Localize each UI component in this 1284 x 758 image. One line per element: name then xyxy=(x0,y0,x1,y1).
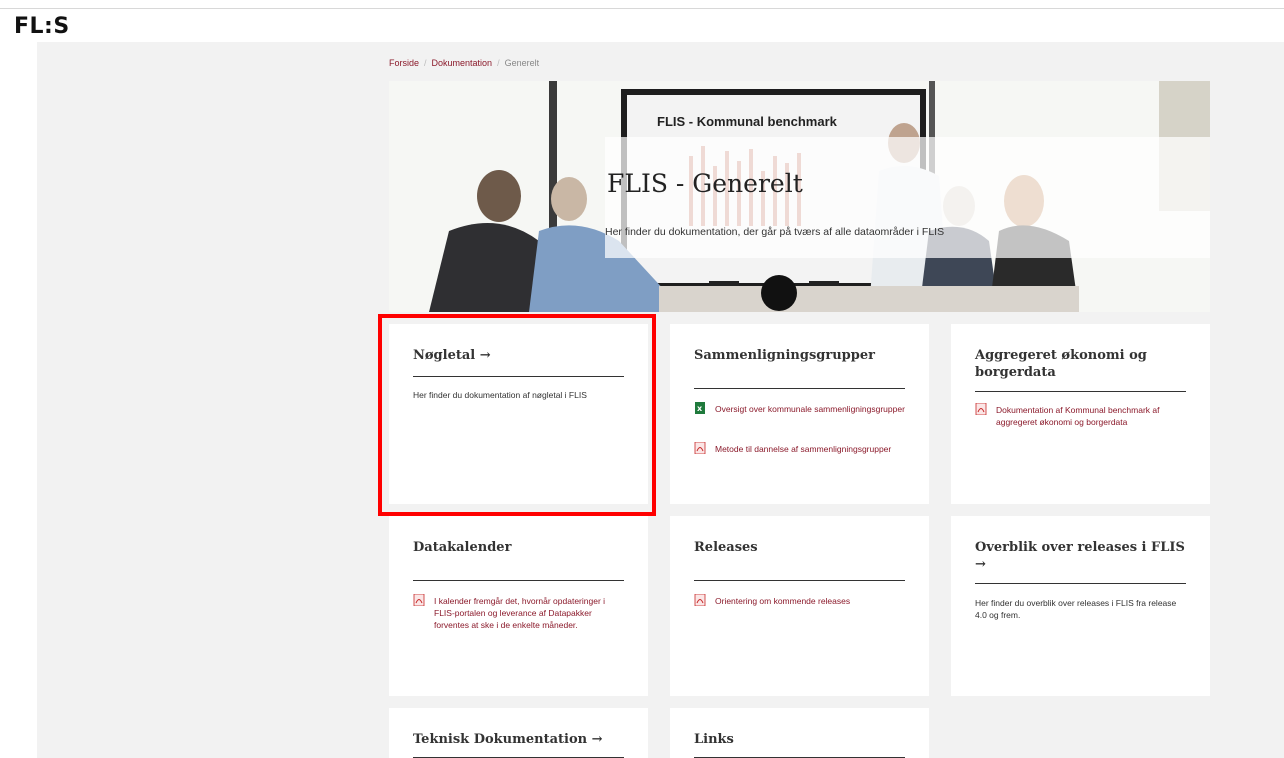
card-title: Links xyxy=(694,732,734,747)
card-overblik-releases[interactable]: Overblik over releases i FLIS → Her find… xyxy=(951,516,1210,696)
breadcrumb: Forside / Dokumentation / Generelt xyxy=(389,58,539,68)
excel-icon: x xyxy=(695,402,705,414)
link-label[interactable]: Metode til dannelse af sammenligningsgru… xyxy=(715,443,891,455)
card-divider xyxy=(694,580,905,581)
link-oversigt-sammenligningsgrupper[interactable]: x Oversigt over kommunale sammenlignings… xyxy=(694,402,909,415)
page-title: FLIS - Generelt xyxy=(607,169,803,198)
link-kommende-releases[interactable]: Orientering om kommende releases xyxy=(694,594,909,607)
logo-text-b: S xyxy=(53,14,70,39)
breadcrumb-dokumentation[interactable]: Dokumentation xyxy=(432,58,493,68)
card-datakalender: Datakalender I kalender fremgår det, hvo… xyxy=(389,516,648,696)
card-releases: Releases Orientering om kommende release… xyxy=(670,516,929,696)
link-label[interactable]: I kalender fremgår det, hvornår opdateri… xyxy=(434,595,628,631)
link-metode-sammenligningsgrupper[interactable]: Metode til dannelse af sammenligningsgru… xyxy=(694,442,909,455)
card-teknisk-dokumentation[interactable]: Teknisk Dokumentation → xyxy=(389,708,648,758)
card-title: Datakalender xyxy=(413,540,512,555)
logo-text-a: FL xyxy=(14,14,45,39)
card-divider xyxy=(413,580,624,581)
logo-colon: : xyxy=(44,14,54,39)
card-links: Links xyxy=(670,708,929,758)
link-dokumentation-benchmark[interactable]: Dokumentation af Kommunal benchmark af a… xyxy=(975,403,1190,428)
card-divider xyxy=(975,391,1186,392)
card-divider xyxy=(975,583,1186,584)
link-label[interactable]: Orientering om kommende releases xyxy=(715,595,850,607)
top-divider xyxy=(0,8,1284,9)
card-description: Her finder du overblik over releases i F… xyxy=(975,598,1177,620)
card-aggregeret: Aggregeret økonomi og borgerdata Dokumen… xyxy=(951,324,1210,504)
card-title: Releases xyxy=(694,540,758,555)
card-divider xyxy=(694,388,905,389)
svg-text:x: x xyxy=(697,404,703,413)
breadcrumb-forside[interactable]: Forside xyxy=(389,58,419,68)
breadcrumb-separator: / xyxy=(424,58,427,68)
link-label[interactable]: Oversigt over kommunale sammenligningsgr… xyxy=(715,403,905,415)
pdf-icon xyxy=(694,594,706,606)
flis-logo[interactable]: FL:S xyxy=(14,14,70,39)
link-datakalender[interactable]: I kalender fremgår det, hvornår opdateri… xyxy=(413,594,628,631)
breadcrumb-separator: / xyxy=(497,58,500,68)
pdf-icon xyxy=(413,594,425,606)
breadcrumb-current: Generelt xyxy=(504,58,540,68)
pdf-icon xyxy=(694,442,706,454)
card-title[interactable]: Overblik over releases i FLIS → xyxy=(975,539,1190,573)
pdf-icon xyxy=(975,403,987,415)
card-title: Aggregeret økonomi og borgerdata xyxy=(975,348,1147,380)
hero-banner: FLIS - Kommunal benchmark FLIS - Generel… xyxy=(389,81,1210,312)
card-sammenligningsgrupper: Sammenligningsgrupper x Oversigt over ko… xyxy=(670,324,929,504)
link-label[interactable]: Dokumentation af Kommunal benchmark af a… xyxy=(996,404,1190,428)
page-subtitle: Her finder du dokumentation, der går på … xyxy=(605,226,945,238)
presentation-screen-title: FLIS - Kommunal benchmark xyxy=(657,114,838,129)
card-title[interactable]: Teknisk Dokumentation → xyxy=(413,731,628,748)
card-title: Sammenligningsgrupper xyxy=(694,348,875,363)
highlight-box xyxy=(378,314,656,516)
